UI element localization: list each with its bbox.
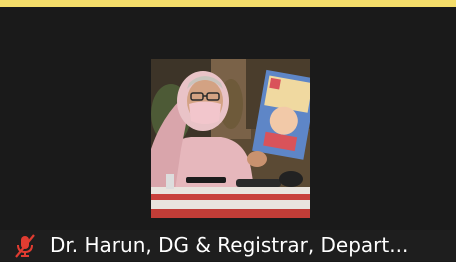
active-speaker-border [0, 0, 456, 7]
participant-name: Dr. Harun, DG & Registrar, Depart... [50, 233, 409, 257]
participant-video-thumbnail [151, 59, 310, 218]
mic-off-icon [14, 234, 36, 258]
participant-video-tile[interactable]: Dr. Harun, DG & Registrar, Depart... [0, 0, 456, 261]
